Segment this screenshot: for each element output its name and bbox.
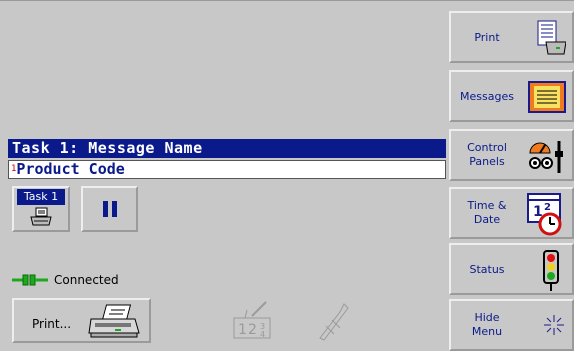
pause-button[interactable] [81,186,138,232]
menu-status-button[interactable]: Status [449,243,574,295]
svg-text:4: 4 [260,330,265,339]
menu-status-label: Status [469,263,505,276]
tools-button[interactable] [312,298,356,343]
menu-control-panels-label-2: Panels [469,155,505,168]
menu-control-panels-button[interactable]: Control Panels [449,129,574,181]
connection-status: Connected [12,273,119,287]
task-1-label: Task 1 [17,189,65,205]
small-printer-icon [30,207,52,226]
connection-status-text: Connected [54,273,119,287]
menu-hide-menu-label-2: Menu [471,325,503,338]
traffic-light-icon [543,250,559,291]
menu-time-date-label-2: Date [473,213,501,226]
task-1-button[interactable]: Task 1 [12,186,70,232]
gauges-icon [529,141,563,173]
menu-time-date-button[interactable]: Time & Date 1 2 [449,187,574,239]
menu-hide-menu-button[interactable]: Hide Menu [449,299,574,351]
product-code-field[interactable]: 1Product Code [8,160,446,179]
message-document-icon [528,81,566,113]
menu-print-button[interactable]: Print [449,11,574,63]
top-divider [0,0,574,1]
pause-icon [102,201,108,217]
print-dialog-button[interactable]: Print... [12,298,151,343]
calendar-clock-icon: 1 2 [527,193,562,236]
printer-icon [88,304,140,338]
menu-hide-menu-label-1: Hide [474,311,500,324]
svg-text:2: 2 [248,322,257,338]
svg-text:1: 1 [238,322,247,338]
svg-text:2: 2 [544,202,551,213]
task-title-bar: Task 1: Message Name [8,139,446,158]
menu-messages-button[interactable]: Messages [449,70,574,122]
pause-icon-bar [111,201,117,217]
print-dialog-label: Print... [32,317,72,331]
tools-icon [319,303,349,341]
sparkle-icon [544,315,564,335]
menu-print-label: Print [474,31,500,44]
menu-time-date-label-1: Time & [467,199,507,212]
numbers-icon: 1 2 3 4 [233,301,271,339]
printer-document-icon [537,20,566,55]
numbers-button[interactable]: 1 2 3 4 [232,298,276,343]
menu-control-panels-label-1: Control [467,141,507,154]
menu-messages-label: Messages [460,90,514,103]
product-code-value: Product Code [16,160,125,178]
plug-connector-icon [12,274,48,286]
